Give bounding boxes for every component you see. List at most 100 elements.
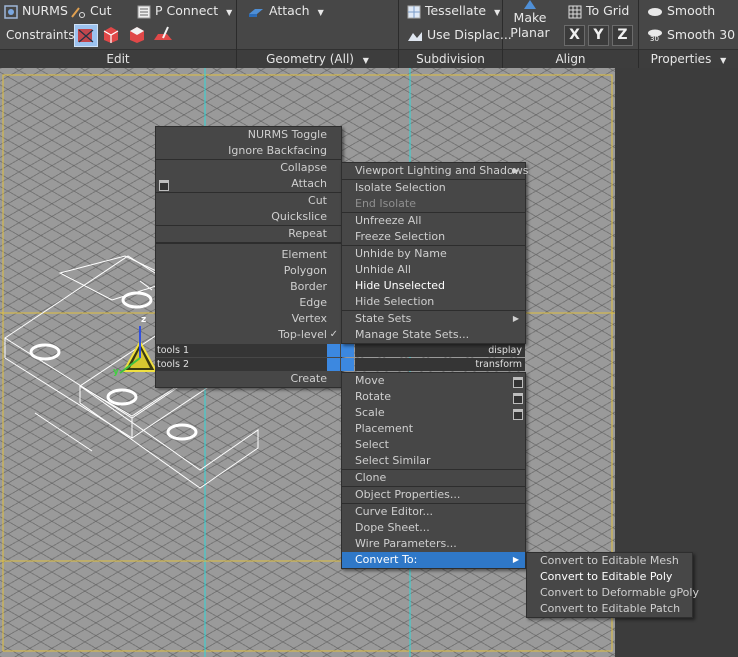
gizmo-z-label: z — [141, 315, 147, 325]
menu-item-attach[interactable]: Attach — [156, 176, 341, 192]
properties-panel-footer[interactable]: Properties ▼ — [639, 49, 738, 68]
constraint-face-button[interactable] — [126, 24, 148, 45]
menu-item-move[interactable]: Move — [342, 373, 525, 389]
option-box-icon[interactable] — [513, 377, 523, 388]
edit-panel-footer[interactable]: Edit — [0, 49, 236, 68]
menu-item-end-isolate[interactable]: End Isolate — [342, 196, 525, 212]
quad-select-tools2[interactable] — [327, 358, 340, 371]
menu-item-edge[interactable]: Edge — [156, 295, 341, 311]
tessellate-label: Tessellate — [424, 3, 487, 18]
smooth30-icon-text: 30 — [650, 34, 659, 43]
transform-label: transform — [475, 359, 522, 370]
align-x-button[interactable]: X — [564, 25, 585, 46]
menu-item-cut[interactable]: Cut — [156, 193, 341, 209]
menu-item-convert-editable-patch[interactable]: Convert to Editable Patch — [527, 601, 692, 617]
menu-item-unfreeze-all[interactable]: Unfreeze All — [342, 213, 525, 229]
p-connect-button[interactable]: P Connect ▼ — [137, 2, 232, 22]
smooth-icon — [648, 7, 662, 16]
align-z-button[interactable]: Z — [612, 25, 633, 46]
make-planar-button[interactable]: Make Planar — [509, 0, 551, 48]
menu-item-top-level[interactable]: Top-level ✓ — [156, 327, 341, 343]
quad-select-tools1[interactable] — [327, 344, 340, 357]
menu-item-select-similar[interactable]: Select Similar — [342, 453, 525, 469]
menu-item-manage-state-sets[interactable]: Manage State Sets... — [342, 327, 525, 343]
dropdown-arrow-icon[interactable]: ▼ — [226, 8, 232, 17]
submenu-arrow-icon: ▶ — [512, 555, 519, 564]
dropdown-arrow-icon[interactable]: ▼ — [318, 8, 324, 17]
constraints-label: Constraints: — [6, 28, 79, 42]
quad-menu-display: Viewport Lighting and Shadows ▶ Isolate … — [341, 162, 528, 344]
dropdown-arrow-icon[interactable]: ▼ — [363, 56, 369, 65]
dropdown-arrow-icon[interactable]: ▼ — [494, 8, 500, 17]
menu-item-dope-sheet[interactable]: Dope Sheet... — [342, 520, 525, 536]
menu-item-select[interactable]: Select — [342, 437, 525, 453]
align-y-button[interactable]: Y — [588, 25, 609, 46]
menu-item-freeze-selection[interactable]: Freeze Selection — [342, 229, 525, 245]
transform-gizmo[interactable] — [119, 326, 158, 374]
nurms-button[interactable]: NURMS — [4, 2, 68, 20]
nurms-icon — [4, 4, 18, 19]
menu-item-state-sets-label: State Sets — [355, 312, 412, 325]
constraint-edge-button[interactable] — [100, 24, 122, 45]
menu-item-move-label: Move — [355, 374, 385, 387]
menu-item-collapse[interactable]: Collapse — [156, 160, 341, 176]
menu-item-wire-parameters[interactable]: Wire Parameters... — [342, 536, 525, 552]
quad-label-tools2: tools 2 — [155, 358, 327, 371]
menu-item-nurms-toggle[interactable]: NURMS Toggle — [156, 127, 341, 143]
menu-item-convert-to-label: Convert To: — [355, 553, 418, 566]
menu-item-state-sets[interactable]: State Sets ▶ — [342, 311, 525, 327]
menu-item-repeat[interactable]: Repeat — [156, 226, 341, 242]
menu-item-unhide-by-name[interactable]: Unhide by Name — [342, 246, 525, 262]
constraint-none-button[interactable] — [74, 24, 98, 47]
menu-item-vertex[interactable]: Vertex — [156, 311, 341, 327]
menu-item-scale[interactable]: Scale — [342, 405, 525, 421]
option-box-icon[interactable] — [159, 180, 169, 191]
option-box-icon[interactable] — [513, 393, 523, 404]
tessellate-button[interactable]: Tessellate ▼ — [407, 2, 500, 22]
constraint-none-icon — [78, 29, 94, 43]
menu-item-rotate[interactable]: Rotate — [342, 389, 525, 405]
menu-item-convert-editable-poly[interactable]: Convert to Editable Poly — [527, 569, 692, 585]
smooth30-button[interactable]: 30 Smooth 30 — [647, 26, 735, 44]
menu-item-isolate-selection[interactable]: Isolate Selection — [342, 180, 525, 196]
p-connect-label: P Connect — [154, 3, 219, 18]
menu-item-object-properties[interactable]: Object Properties... — [342, 487, 525, 503]
option-box-icon[interactable] — [513, 409, 523, 420]
menu-item-polygon[interactable]: Polygon — [156, 263, 341, 279]
attach-button[interactable]: Attach ▼ — [247, 2, 324, 22]
menu-item-convert-to[interactable]: Convert To: ▶ — [342, 552, 525, 568]
menu-item-convert-deformable-gpoly[interactable]: Convert to Deformable gPoly — [527, 585, 699, 601]
menu-item-hide-selection[interactable]: Hide Selection — [342, 294, 525, 310]
to-grid-button[interactable]: To Grid — [568, 2, 629, 20]
geometry-footer-label: Geometry (All) — [266, 52, 354, 66]
menu-item-border[interactable]: Border — [156, 279, 341, 295]
cut-button[interactable]: Cut — [70, 2, 112, 20]
dropdown-arrow-icon[interactable]: ▼ — [720, 56, 726, 65]
menu-item-ignore-backfacing[interactable]: Ignore Backfacing — [156, 143, 341, 159]
menu-item-viewport-lighting[interactable]: Viewport Lighting and Shadows ▶ — [342, 163, 528, 179]
quad-select-display[interactable] — [341, 344, 354, 357]
smooth-button[interactable]: Smooth — [647, 2, 715, 20]
use-displace-label: Use Displac... — [426, 27, 512, 42]
subdivision-panel-footer[interactable]: Subdivision — [399, 49, 502, 68]
menu-item-clone[interactable]: Clone — [342, 470, 525, 486]
constraint-face-icon — [130, 27, 144, 43]
menu-item-curve-editor[interactable]: Curve Editor... — [342, 504, 525, 520]
menu-item-unhide-all[interactable]: Unhide All — [342, 262, 525, 278]
menu-item-hide-unselected[interactable]: Hide Unselected — [342, 278, 525, 294]
make-planar-icon — [524, 0, 536, 9]
menu-item-element[interactable]: Element — [156, 247, 341, 263]
geometry-panel-footer[interactable]: Geometry (All) ▼ — [237, 49, 398, 68]
menu-item-quickslice[interactable]: Quickslice — [156, 209, 341, 225]
submenu-arrow-icon: ▶ — [512, 166, 519, 175]
to-grid-icon — [568, 5, 582, 18]
edit-panel: NURMS Cut P Connect ▼ Constraints: Edit — [0, 0, 237, 68]
menu-item-placement[interactable]: Placement — [342, 421, 525, 437]
menu-item-create[interactable]: Create — [156, 371, 341, 387]
menu-item-convert-editable-mesh[interactable]: Convert to Editable Mesh — [527, 553, 692, 569]
use-displace-button[interactable]: Use Displac... — [407, 26, 512, 44]
constraint-normal-button[interactable] — [152, 24, 174, 45]
align-panel: Make Planar To Grid X Y Z Align — [503, 0, 639, 68]
align-panel-footer[interactable]: Align — [503, 49, 638, 68]
quad-select-transform[interactable] — [341, 358, 354, 371]
